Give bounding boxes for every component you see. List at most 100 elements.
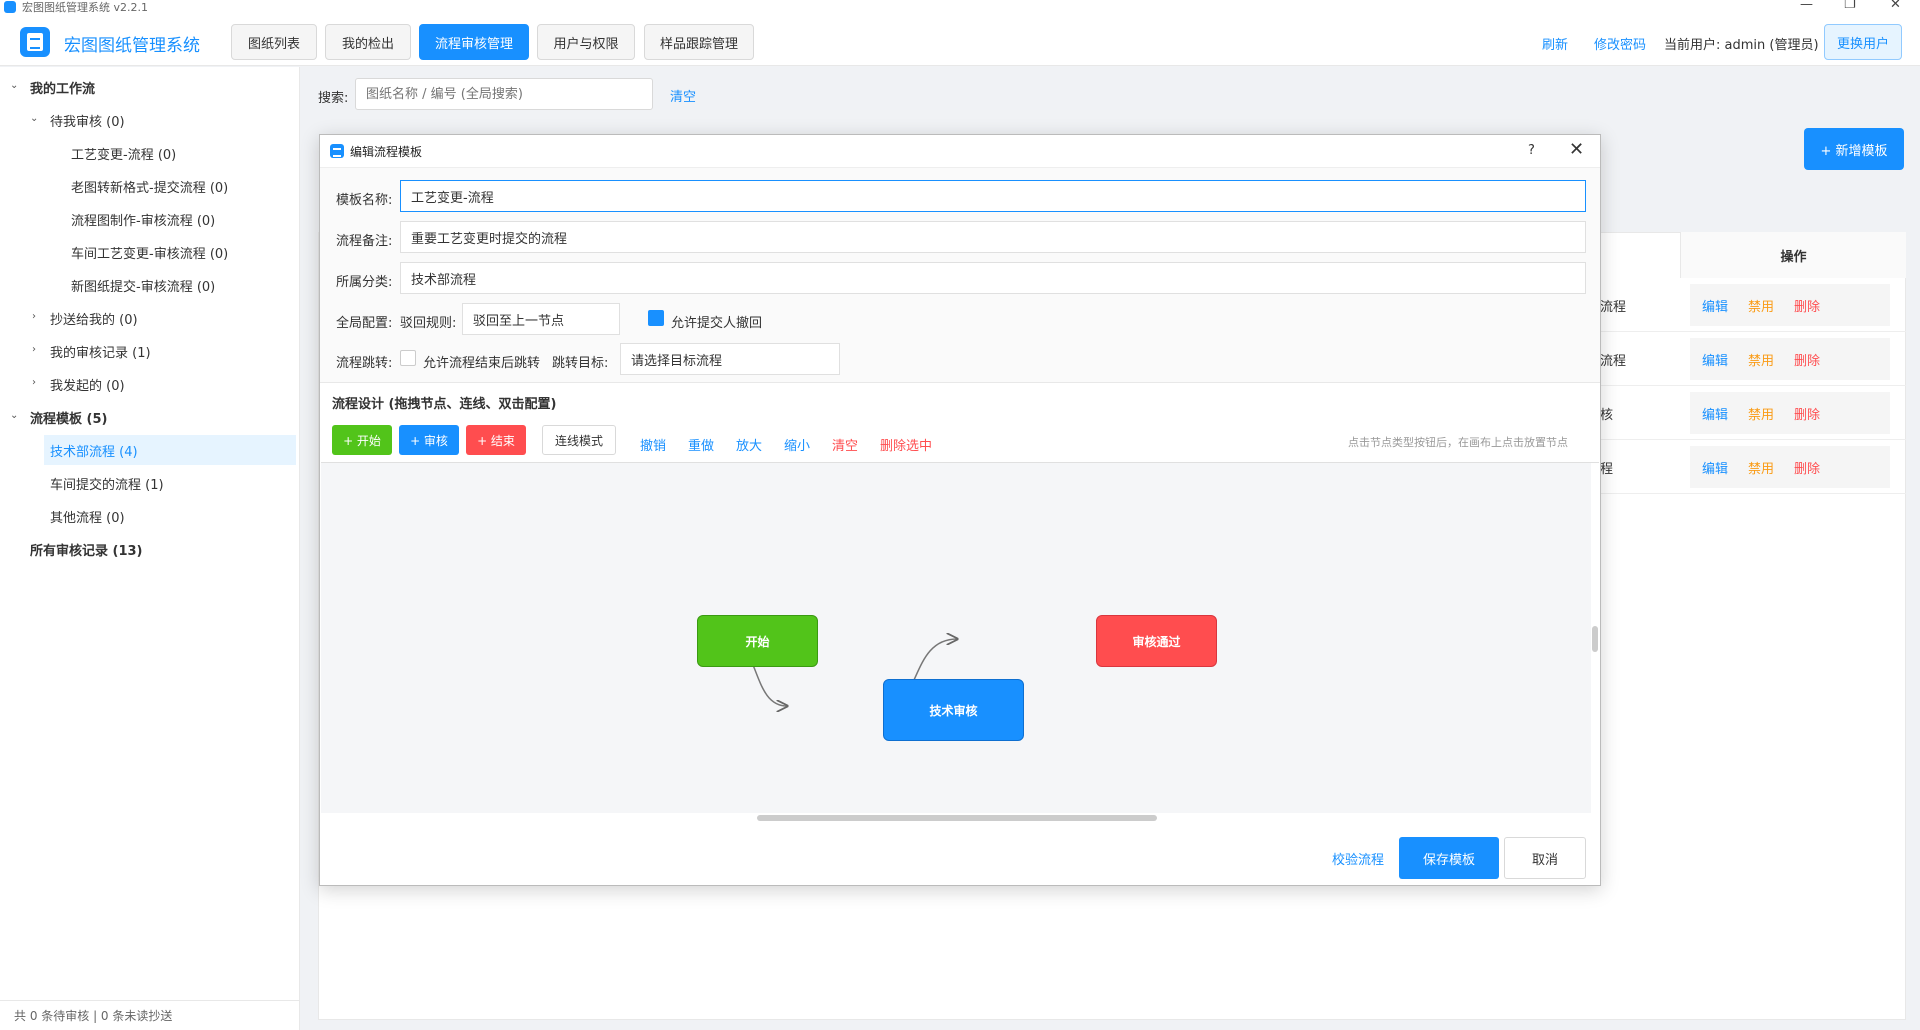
- category-label: 所属分类:: [336, 275, 393, 290]
- minimize-icon[interactable]: —: [1800, 0, 1813, 12]
- help-icon[interactable]: ?: [1528, 143, 1535, 158]
- jump-target-select[interactable]: 请选择目标流程: [620, 343, 840, 375]
- tree-pending-child[interactable]: 新图纸提交-审核流程 (0): [71, 270, 215, 300]
- close-icon[interactable]: ✕: [1569, 139, 1584, 160]
- edit-link[interactable]: 编辑: [1702, 404, 1728, 423]
- tab-users-permissions[interactable]: 用户与权限: [537, 24, 635, 60]
- add-review-node-button[interactable]: + 审核: [399, 425, 459, 455]
- disable-link[interactable]: 禁用: [1748, 350, 1774, 369]
- save-template-button[interactable]: 保存模板: [1399, 837, 1499, 879]
- tree-my-workflow[interactable]: 我的工作流: [30, 72, 95, 102]
- app-name: 宏图图纸管理系统: [64, 36, 200, 56]
- chevron-right-icon[interactable]: ›: [32, 377, 36, 388]
- tab-my-checkout[interactable]: 我的检出: [325, 24, 411, 60]
- chevron-down-icon[interactable]: ⌄: [30, 113, 38, 124]
- restore-icon[interactable]: ❐: [1844, 0, 1856, 12]
- cancel-button[interactable]: 取消: [1504, 837, 1586, 879]
- row-name-fragment: 流程: [1600, 300, 1627, 315]
- window-title: 宏图图纸管理系统 v2.2.1: [22, 1, 148, 14]
- flow-node-approved[interactable]: 审核通过: [1096, 615, 1217, 667]
- note-label: 流程备注:: [336, 234, 393, 249]
- template-note-field[interactable]: 重要工艺变更时提交的流程: [400, 221, 1586, 253]
- tree-pending-child[interactable]: 流程图制作-审核流程 (0): [71, 204, 215, 234]
- search-input[interactable]: [355, 78, 653, 110]
- delete-link[interactable]: 删除: [1794, 296, 1820, 315]
- tab-workflow-management[interactable]: 流程审核管理: [419, 24, 529, 60]
- tree-my-records[interactable]: 我的审核记录 (1): [50, 336, 151, 366]
- allow-withdraw-checkbox[interactable]: [648, 310, 664, 326]
- edit-template-dialog: 编辑流程模板 ? ✕ 模板名称: 工艺变更-流程 流程备注: 重要工艺变更时提交…: [319, 134, 1601, 886]
- disable-link[interactable]: 禁用: [1748, 404, 1774, 423]
- global-config-label: 全局配置:: [336, 316, 393, 331]
- close-window-icon[interactable]: ✕: [1890, 0, 1901, 12]
- tree-pending-child[interactable]: 车间工艺变更-审核流程 (0): [71, 237, 228, 267]
- validate-flow-link[interactable]: 校验流程: [1332, 849, 1384, 868]
- dialog-titlebar: 编辑流程模板: [320, 135, 1600, 167]
- disable-link[interactable]: 禁用: [1748, 458, 1774, 477]
- allow-withdraw-label: 允许提交人撤回: [671, 316, 763, 331]
- table-row: 程 编辑 禁用 删除: [1600, 440, 1906, 494]
- chevron-down-icon[interactable]: ⌄: [10, 80, 18, 91]
- switch-user-button[interactable]: 更换用户: [1824, 24, 1902, 60]
- chevron-right-icon[interactable]: ›: [32, 311, 36, 322]
- table-row: 流程 编辑 禁用 删除: [1600, 332, 1906, 386]
- change-password-link[interactable]: 修改密码: [1594, 34, 1646, 53]
- template-name-field[interactable]: 工艺变更-流程: [400, 180, 1586, 212]
- clear-search-link[interactable]: 清空: [670, 86, 696, 105]
- flow-node-tech-review[interactable]: 技术审核: [883, 679, 1024, 741]
- dialog-app-icon: [330, 144, 344, 158]
- tree-pending-review[interactable]: 待我审核 (0): [50, 105, 125, 135]
- flow-node-start[interactable]: 开始: [697, 615, 818, 667]
- delete-selected-link[interactable]: 删除选中: [880, 435, 932, 454]
- jump-label: 流程跳转:: [336, 356, 393, 371]
- status-bar: 共 0 条待审核 | 0 条未读抄送: [0, 1000, 300, 1030]
- row-name-fragment: 程: [1600, 462, 1614, 477]
- clear-canvas-link[interactable]: 清空: [832, 435, 858, 454]
- edit-link[interactable]: 编辑: [1702, 350, 1728, 369]
- jump-target-label: 跳转目标:: [552, 356, 609, 371]
- add-end-node-button[interactable]: + 结束: [466, 425, 526, 455]
- tree-pending-child[interactable]: 工艺变更-流程 (0): [71, 138, 176, 168]
- edit-link[interactable]: 编辑: [1702, 458, 1728, 477]
- design-section-title: 流程设计 (拖拽节点、连线、双击配置): [332, 397, 557, 412]
- tree-pending-child[interactable]: 老图转新格式-提交流程 (0): [71, 171, 228, 201]
- tree-template-workshop[interactable]: 车间提交的流程 (1): [50, 468, 164, 498]
- tree-i-initiated[interactable]: 我发起的 (0): [50, 369, 125, 399]
- refresh-link[interactable]: 刷新: [1542, 34, 1568, 53]
- tab-drawing-list[interactable]: 图纸列表: [231, 24, 317, 60]
- canvas-vertical-scrollbar[interactable]: [1591, 463, 1599, 823]
- ops-cell: 编辑 禁用 删除: [1690, 284, 1890, 326]
- allow-jump-checkbox[interactable]: [400, 350, 416, 366]
- add-template-button[interactable]: + 新增模板: [1804, 128, 1904, 170]
- tree-templates[interactable]: 流程模板 (5): [30, 402, 107, 432]
- sidebar-tree: ⌄ 我的工作流 ⌄ 待我审核 (0) 工艺变更-流程 (0) 老图转新格式-提交…: [0, 67, 300, 1030]
- delete-link[interactable]: 删除: [1794, 458, 1820, 477]
- row-name-fragment: 核: [1600, 408, 1614, 423]
- undo-link[interactable]: 撤销: [640, 435, 666, 454]
- row-name-fragment: 流程: [1600, 354, 1627, 369]
- app-icon: [4, 1, 16, 13]
- delete-link[interactable]: 删除: [1794, 350, 1820, 369]
- edit-link[interactable]: 编辑: [1702, 296, 1728, 315]
- tree-template-other[interactable]: 其他流程 (0): [50, 501, 125, 531]
- dialog-title: 编辑流程模板: [350, 144, 423, 159]
- connect-mode-button[interactable]: 连线模式: [542, 425, 616, 455]
- table-row: 流程 编辑 禁用 删除: [1600, 278, 1906, 332]
- add-start-node-button[interactable]: + 开始: [332, 425, 392, 455]
- template-category-field[interactable]: 技术部流程: [400, 262, 1586, 294]
- tree-all-records[interactable]: 所有审核记录 (13): [30, 534, 143, 564]
- tree-cc-to-me[interactable]: 抄送给我的 (0): [50, 303, 138, 333]
- zoom-in-link[interactable]: 放大: [736, 435, 762, 454]
- delete-link[interactable]: 删除: [1794, 404, 1820, 423]
- chevron-right-icon[interactable]: ›: [32, 344, 36, 355]
- tab-sample-tracking[interactable]: 样品跟踪管理: [644, 24, 754, 60]
- redo-link[interactable]: 重做: [688, 435, 714, 454]
- chevron-down-icon[interactable]: ⌄: [10, 410, 18, 421]
- disable-link[interactable]: 禁用: [1748, 296, 1774, 315]
- zoom-out-link[interactable]: 缩小: [784, 435, 810, 454]
- canvas-horizontal-scrollbar[interactable]: [321, 813, 1591, 823]
- reject-rule-select[interactable]: 驳回至上一节点: [462, 303, 620, 335]
- allow-jump-label: 允许流程结束后跳转: [423, 356, 541, 371]
- tree-template-tech-dept[interactable]: 技术部流程 (4): [44, 435, 296, 465]
- flow-design-canvas[interactable]: 开始 技术审核 审核通过: [321, 462, 1599, 823]
